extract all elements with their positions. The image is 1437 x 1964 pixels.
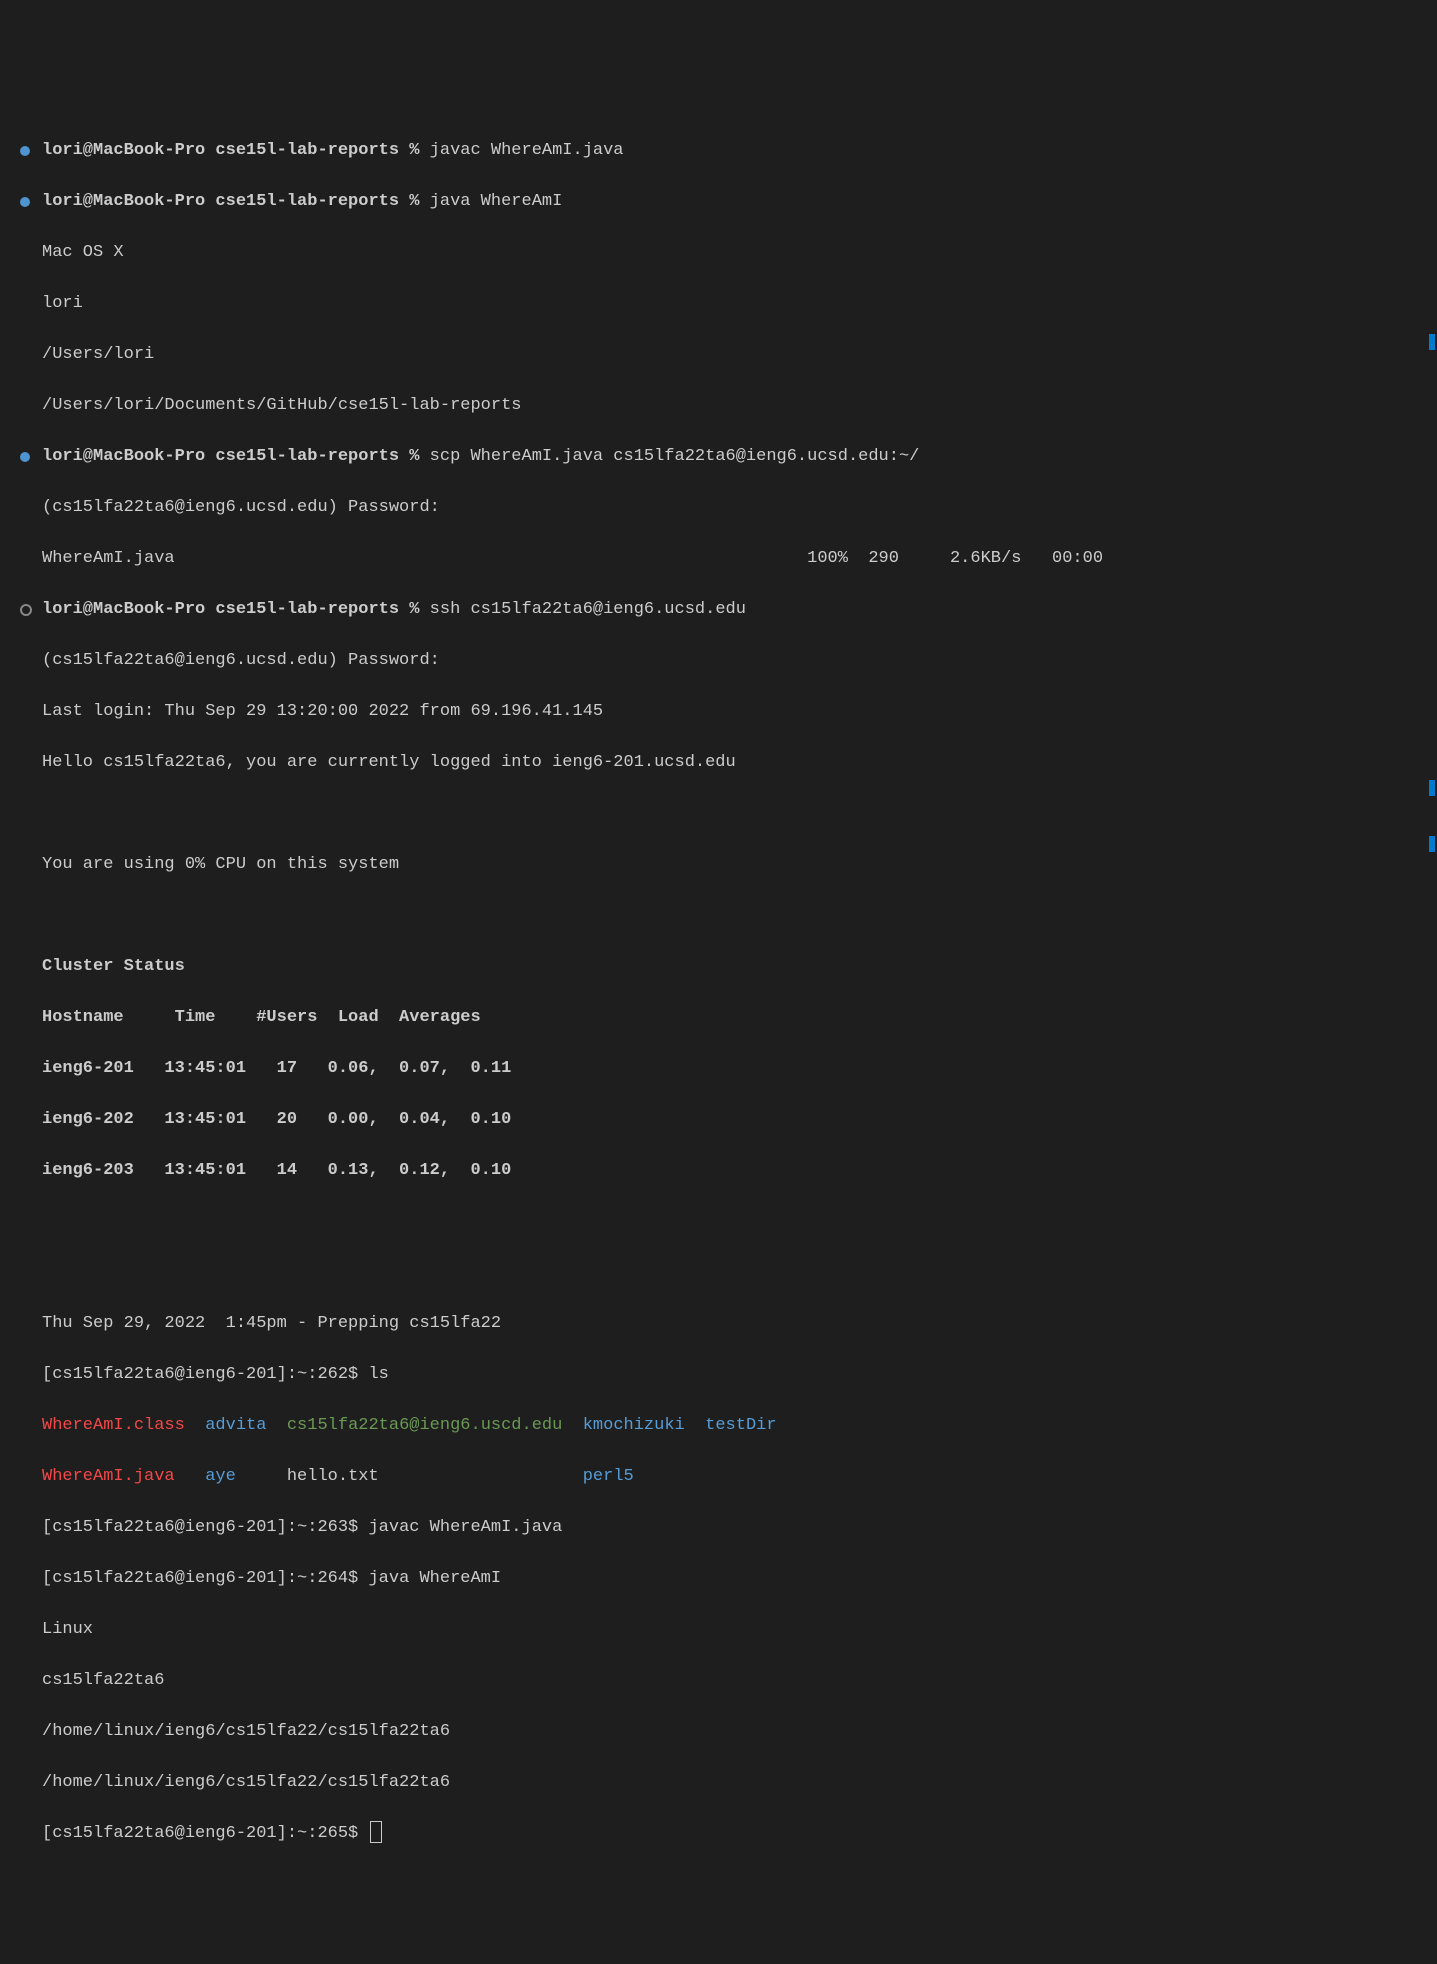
- cluster-status-header: Hostname Time #Users Load Averages: [0, 1005, 1437, 1031]
- output-line: /Users/lori: [0, 342, 1437, 368]
- remote-prompt: [cs15lfa22ta6@ieng6-201]:~:263$: [42, 1518, 358, 1537]
- shell-prompt: lori@MacBook-Pro cse15l-lab-reports %: [42, 447, 419, 466]
- command-text: java WhereAmI: [430, 192, 563, 211]
- blank-line: [0, 801, 1437, 827]
- command-text: javac WhereAmI.java: [430, 141, 624, 160]
- terminal-line: lori@MacBook-Pro cse15l-lab-reports % sc…: [0, 444, 1437, 470]
- ls-file: hello.txt: [287, 1467, 379, 1486]
- blank-line: [0, 1209, 1437, 1235]
- hello-line: Hello cs15lfa22ta6, you are currently lo…: [0, 750, 1437, 776]
- terminal-line: [cs15lfa22ta6@ieng6-201]:~:264$ java Whe…: [0, 1566, 1437, 1592]
- terminal-line: [cs15lfa22ta6@ieng6-201]:~:263$ javac Wh…: [0, 1515, 1437, 1541]
- motd-line: Thu Sep 29, 2022 1:45pm - Prepping cs15l…: [0, 1311, 1437, 1337]
- scp-file: WhereAmI.java: [42, 549, 175, 568]
- prompt-marker-icon: [20, 604, 32, 616]
- cluster-row: ieng6-202 13:45:01 20 0.00, 0.04, 0.10: [0, 1107, 1437, 1133]
- output-line: Linux: [0, 1617, 1437, 1643]
- remote-prompt: [cs15lfa22ta6@ieng6-201]:~:264$: [42, 1569, 358, 1588]
- scp-rate: 2.6KB/s: [950, 549, 1021, 568]
- terminal-panel[interactable]: lori@MacBook-Pro cse15l-lab-reports % ja…: [0, 102, 1437, 1923]
- prompt-marker-icon: [20, 197, 30, 207]
- overview-ruler: [1429, 102, 1435, 1923]
- output-line: /home/linux/ieng6/cs15lfa22/cs15lfa22ta6: [0, 1719, 1437, 1745]
- scp-progress-line: WhereAmI.java 100% 290 2.6KB/s 00:00: [0, 546, 1437, 572]
- scroll-mark-icon: [1429, 780, 1435, 796]
- terminal-line: [cs15lfa22ta6@ieng6-201]:~:262$ ls: [0, 1362, 1437, 1388]
- ls-dir: advita: [205, 1416, 266, 1435]
- scroll-mark-icon: [1429, 836, 1435, 852]
- output-line: /home/linux/ieng6/cs15lfa22/cs15lfa22ta6: [0, 1770, 1437, 1796]
- output-line: /Users/lori/Documents/GitHub/cse15l-lab-…: [0, 393, 1437, 419]
- password-prompt: (cs15lfa22ta6@ieng6.ucsd.edu) Password:: [0, 648, 1437, 674]
- ls-output-line: WhereAmI.java aye hello.txt perl5: [0, 1464, 1437, 1490]
- remote-prompt: [cs15lfa22ta6@ieng6-201]:~:262$: [42, 1365, 358, 1384]
- terminal-line: [cs15lfa22ta6@ieng6-201]:~:265$: [0, 1821, 1437, 1847]
- cpu-usage-line: You are using 0% CPU on this system: [0, 852, 1437, 878]
- ls-dir: kmochizuki: [583, 1416, 685, 1435]
- command-text: javac WhereAmI.java: [368, 1518, 562, 1537]
- terminal-line: lori@MacBook-Pro cse15l-lab-reports % ja…: [0, 138, 1437, 164]
- command-text: ls: [368, 1365, 388, 1384]
- prompt-marker-icon: [20, 146, 30, 156]
- ls-dir: aye: [205, 1467, 236, 1486]
- output-line: lori: [0, 291, 1437, 317]
- command-text: scp WhereAmI.java cs15lfa22ta6@ieng6.ucs…: [430, 447, 920, 466]
- output-line: cs15lfa22ta6: [0, 1668, 1437, 1694]
- terminal-line: lori@MacBook-Pro cse15l-lab-reports % ss…: [0, 597, 1437, 623]
- ls-dir: perl5: [583, 1467, 634, 1486]
- ls-output-line: WhereAmI.class advita cs15lfa22ta6@ieng6…: [0, 1413, 1437, 1439]
- scp-size: 290: [868, 549, 899, 568]
- output-line: Mac OS X: [0, 240, 1437, 266]
- ls-file: WhereAmI.java: [42, 1467, 175, 1486]
- cluster-row: ieng6-203 13:45:01 14 0.13, 0.12, 0.10: [0, 1158, 1437, 1184]
- command-text: ssh cs15lfa22ta6@ieng6.ucsd.edu: [430, 600, 746, 619]
- last-login-line: Last login: Thu Sep 29 13:20:00 2022 fro…: [0, 699, 1437, 725]
- scp-percent: 100%: [807, 549, 848, 568]
- prompt-marker-icon: [20, 452, 30, 462]
- blank-line: [0, 1260, 1437, 1286]
- terminal-cursor-icon[interactable]: [370, 1821, 382, 1843]
- ls-dir: testDir: [705, 1416, 776, 1435]
- ls-file: WhereAmI.class: [42, 1416, 185, 1435]
- ls-file: cs15lfa22ta6@ieng6.uscd.edu: [287, 1416, 562, 1435]
- cluster-status-title: Cluster Status: [0, 954, 1437, 980]
- password-prompt: (cs15lfa22ta6@ieng6.ucsd.edu) Password:: [0, 495, 1437, 521]
- command-text: java WhereAmI: [368, 1569, 501, 1588]
- shell-prompt: lori@MacBook-Pro cse15l-lab-reports %: [42, 141, 419, 160]
- scp-time: 00:00: [1052, 549, 1103, 568]
- terminal-line: lori@MacBook-Pro cse15l-lab-reports % ja…: [0, 189, 1437, 215]
- remote-prompt: [cs15lfa22ta6@ieng6-201]:~:265$: [42, 1824, 358, 1843]
- cluster-row: ieng6-201 13:45:01 17 0.06, 0.07, 0.11: [0, 1056, 1437, 1082]
- scroll-mark-icon: [1429, 334, 1435, 350]
- blank-line: [0, 903, 1437, 929]
- shell-prompt: lori@MacBook-Pro cse15l-lab-reports %: [42, 600, 419, 619]
- shell-prompt: lori@MacBook-Pro cse15l-lab-reports %: [42, 192, 419, 211]
